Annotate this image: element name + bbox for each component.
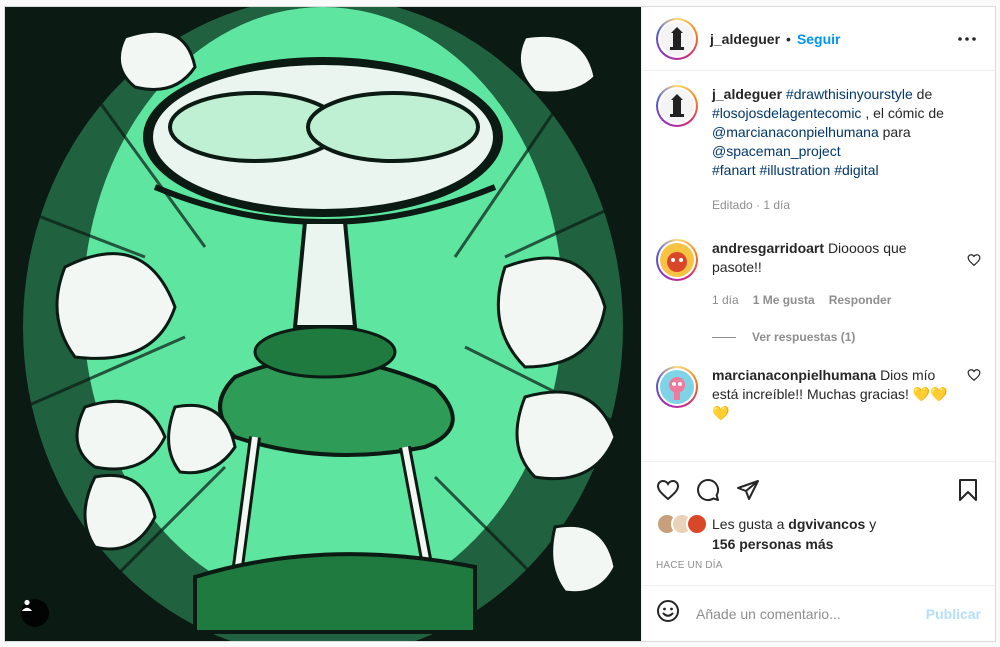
heart-icon[interactable] (656, 472, 696, 508)
caption-text-part: , el cómic de (861, 105, 944, 121)
user-tag-icon[interactable] (21, 599, 49, 627)
caption: j_aldeguer #drawthisinyourstyle de #loso… (656, 85, 981, 215)
hashtag-link[interactable]: #digital (834, 162, 878, 178)
post-sidebar: j_aldeguer • Seguir j_aldeguer #drawthis… (641, 7, 995, 641)
comment-avatar[interactable] (656, 366, 698, 408)
add-comment-bar: Publicar (642, 585, 995, 641)
hashtag-link[interactable]: #illustration (759, 162, 830, 178)
caption-meta: Editado · 1 día (712, 198, 791, 212)
comment-body: marcianaconpielhumana Dios mío está incr… (712, 366, 981, 423)
comment-heart-icon[interactable] (967, 253, 981, 267)
hashtag-link[interactable]: #fanart (712, 162, 756, 178)
caption-text-part: de (912, 86, 933, 102)
replies-line (712, 336, 736, 338)
follow-button[interactable]: Seguir (797, 31, 841, 47)
hashtag-link[interactable]: #drawthisinyourstyle (786, 86, 913, 102)
view-replies-button[interactable]: Ver respuestas (1) (712, 330, 981, 344)
post-header: j_aldeguer • Seguir (642, 7, 995, 71)
author-avatar[interactable] (656, 17, 698, 60)
caption-author-avatar[interactable] (656, 85, 698, 127)
post-actions: Les gusta a dgvivancos y 156 personas má… (642, 461, 995, 585)
comment-item: andresgarridoart Dioooos que pasote!! 1 … (656, 239, 981, 310)
likes-prefix: Les gusta a (712, 516, 789, 532)
reply-button[interactable]: Responder (829, 291, 892, 310)
comment-input[interactable] (696, 605, 926, 622)
caption-text-part: para (878, 124, 911, 140)
action-icons (656, 472, 981, 508)
comment-username[interactable]: marcianaconpielhumana (712, 367, 876, 383)
post-image[interactable] (5, 7, 641, 641)
likes-text: Les gusta a dgvivancos y 156 personas má… (712, 514, 876, 554)
comment-avatar[interactable] (656, 239, 698, 281)
caption-text: j_aldeguer #drawthisinyourstyle de #loso… (712, 85, 981, 215)
likes-summary: Les gusta a dgvivancos y 156 personas má… (656, 513, 981, 554)
comment-username[interactable]: andresgarridoart (712, 240, 824, 256)
mention-link[interactable]: @spaceman_project (712, 143, 841, 159)
emoji-icon[interactable] (656, 599, 680, 628)
post-dialog: j_aldeguer • Seguir j_aldeguer #drawthis… (4, 6, 996, 642)
publish-button[interactable]: Publicar (926, 606, 981, 622)
caption-username[interactable]: j_aldeguer (712, 86, 782, 102)
artwork-illustration (5, 7, 641, 641)
view-replies-label: Ver respuestas (1) (752, 330, 856, 344)
author-username[interactable]: j_aldeguer (710, 31, 780, 47)
likes-count-link[interactable]: 156 personas más (712, 536, 833, 552)
comment-time[interactable]: 1 día (712, 291, 739, 310)
more-options-icon[interactable] (953, 25, 981, 53)
hashtag-link[interactable]: #losojosdelagentecomic (712, 105, 861, 121)
mention-link[interactable]: @marcianaconpielhumana (712, 124, 879, 140)
bookmark-icon[interactable] (957, 472, 981, 508)
liker-avatars[interactable] (656, 513, 712, 535)
likes-middle: y (865, 516, 877, 532)
comment-meta: 1 día 1 Me gusta Responder (712, 291, 959, 310)
separator-dot: • (786, 30, 791, 47)
comment-item: marcianaconpielhumana Dios mío está incr… (656, 366, 981, 423)
comment-body: andresgarridoart Dioooos que pasote!! 1 … (712, 239, 981, 310)
comment-heart-icon[interactable] (967, 368, 981, 382)
comments-section[interactable]: j_aldeguer #drawthisinyourstyle de #loso… (642, 71, 995, 461)
liker-username[interactable]: dgvivancos (788, 516, 865, 532)
liker-avatar (686, 513, 708, 535)
share-icon[interactable] (736, 472, 776, 508)
comment-likes[interactable]: 1 Me gusta (753, 291, 815, 310)
comment-icon[interactable] (696, 472, 736, 508)
post-timestamp[interactable]: Hace un día (656, 560, 981, 585)
